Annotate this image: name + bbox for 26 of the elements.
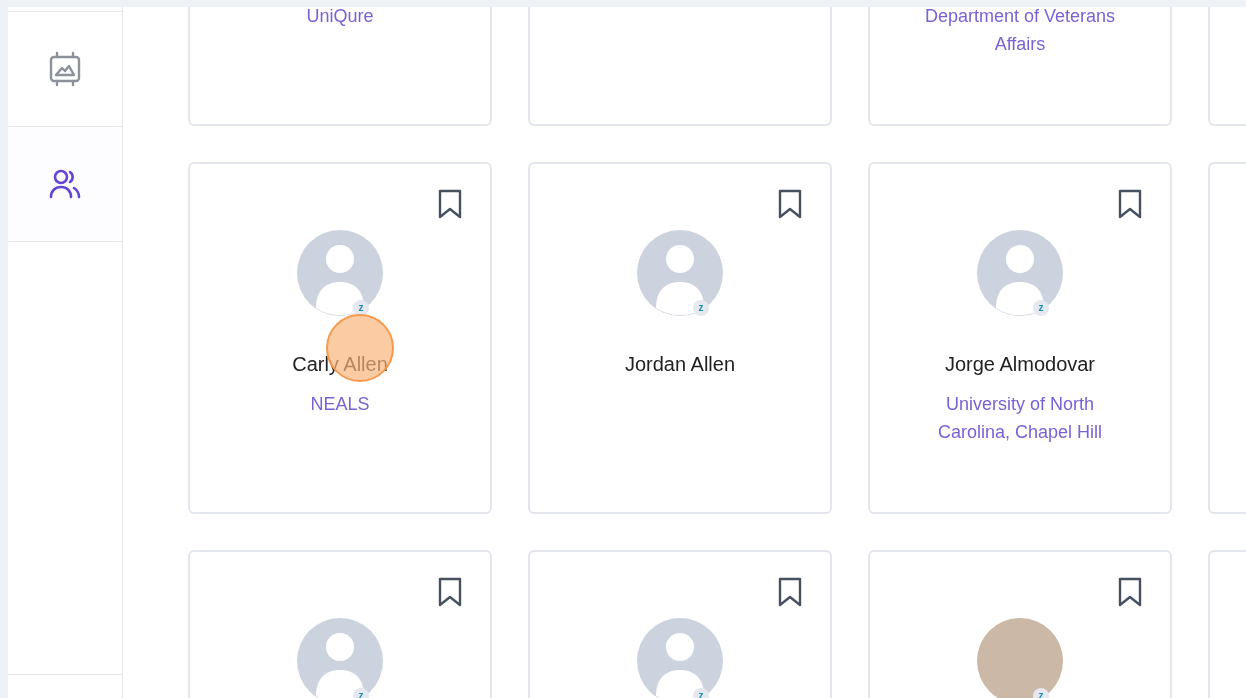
person-name: Jorge Almodovar [944, 353, 1096, 375]
profile-card[interactable]: UniQure [188, 7, 492, 126]
organization-name: UniQure [305, 7, 375, 28]
person-name: Jordan Allen [624, 353, 736, 375]
avatar-placeholder-icon [297, 618, 383, 698]
avatar-placeholder-icon [977, 230, 1063, 316]
avatar-placeholder-icon [297, 230, 383, 316]
bookmark-icon[interactable] [1118, 577, 1142, 607]
organization-name: NEALS [309, 393, 371, 416]
status-badge: z [693, 300, 709, 316]
presentation-icon [49, 51, 81, 87]
bookmark-icon[interactable] [438, 577, 462, 607]
profile-card[interactable]: z Jorge Almodovar University of North Carolina, Chapel Hill [868, 162, 1172, 514]
profile-card[interactable]: z Jordan Allen [528, 162, 832, 514]
organization-name: University of North Carolina, Chapel Hill [936, 393, 1104, 444]
bookmark-icon[interactable] [778, 189, 802, 219]
bookmark-icon[interactable] [438, 189, 462, 219]
people-icon [49, 169, 81, 199]
bookmark-icon[interactable] [778, 577, 802, 607]
profile-card[interactable]: Department of Veterans Affairs [868, 7, 1172, 126]
status-badge: z [1033, 300, 1049, 316]
status-badge: z [353, 300, 369, 316]
avatar-placeholder-icon [637, 618, 723, 698]
organization-name: Department of Veterans Affairs [923, 7, 1117, 56]
avatar-placeholder-icon [637, 230, 723, 316]
bookmark-icon[interactable] [1118, 189, 1142, 219]
